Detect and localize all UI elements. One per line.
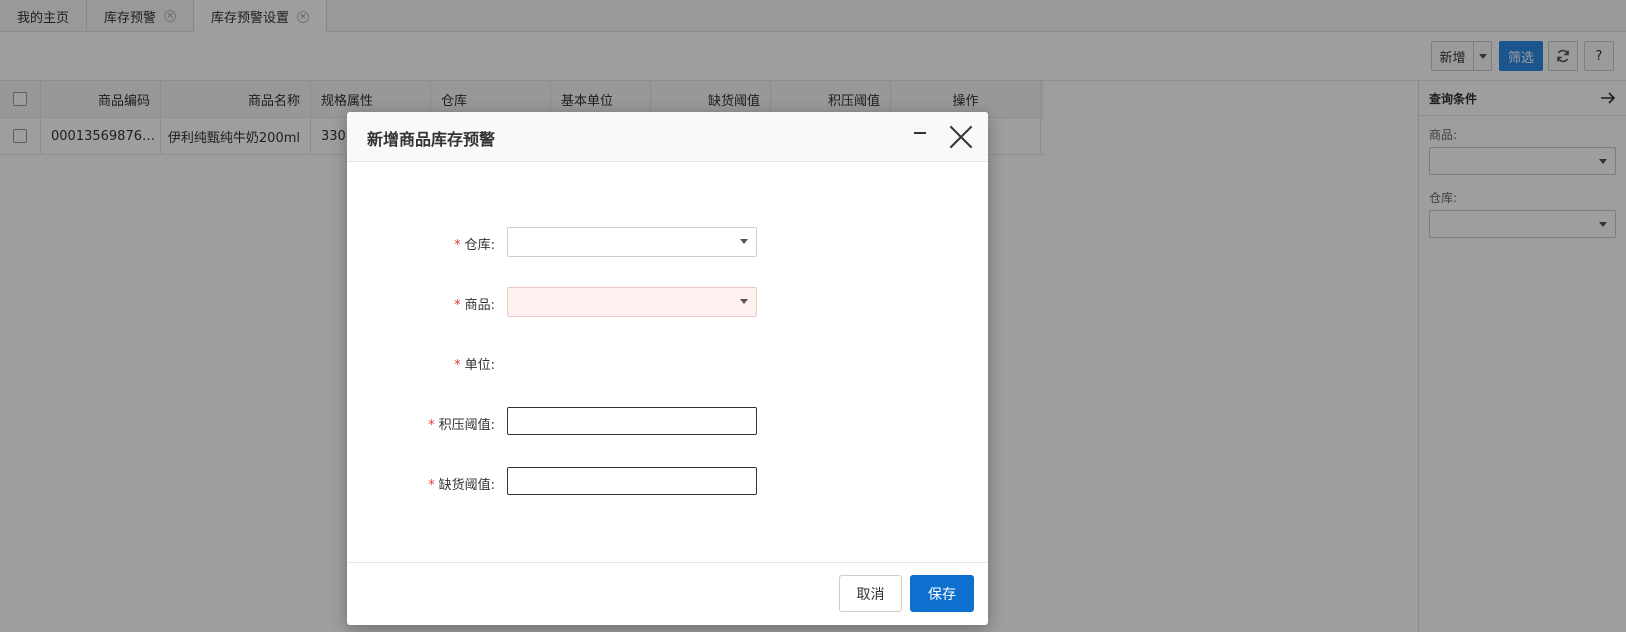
overstock-label-text: 积压阈值: [438,418,495,433]
dialog-header: 新增商品库存预警 [347,112,988,162]
minimize-icon[interactable] [914,132,926,134]
cancel-button-label: 取消 [856,586,885,603]
overstock-threshold-input[interactable] [507,407,757,435]
unit-row: * 单位: [347,347,988,377]
chevron-down-icon [740,239,748,244]
shortage-threshold-input[interactable] [507,467,757,495]
warehouse-label: * 仓库: [454,234,495,253]
required-mark: * [428,478,435,493]
shortage-row: * 缺货阈值: [347,467,988,497]
product-select[interactable] [507,287,757,317]
shortage-label: * 缺货阈值: [428,474,495,493]
close-icon[interactable] [950,126,972,148]
overstock-row: * 积压阈值: [347,407,988,437]
chevron-down-icon [740,299,748,304]
unit-label: * 单位: [454,354,495,373]
warehouse-select[interactable] [507,227,757,257]
shortage-label-text: 缺货阈值: [438,478,495,493]
dialog-footer: 取消 保存 [347,562,988,625]
save-button[interactable]: 保存 [910,575,974,612]
required-mark: * [428,418,435,433]
product-row: * 商品: [347,287,988,317]
cancel-button[interactable]: 取消 [839,575,902,612]
required-mark: * [454,298,461,313]
add-warning-dialog: 新增商品库存预警 * 仓库: * 商品: * 单位: * 积压阈值: * 缺货阈值: 取消… [347,112,988,625]
product-label-text: 商品: [464,298,495,313]
product-label: * 商品: [454,294,495,313]
save-button-label: 保存 [928,586,956,603]
required-mark: * [454,358,461,373]
unit-label-text: 单位: [464,358,495,373]
overstock-label: * 积压阈值: [428,414,495,433]
warehouse-label-text: 仓库: [464,238,495,253]
dialog-title: 新增商品库存预警 [367,130,496,149]
required-mark: * [454,238,461,253]
warehouse-row: * 仓库: [347,227,988,257]
